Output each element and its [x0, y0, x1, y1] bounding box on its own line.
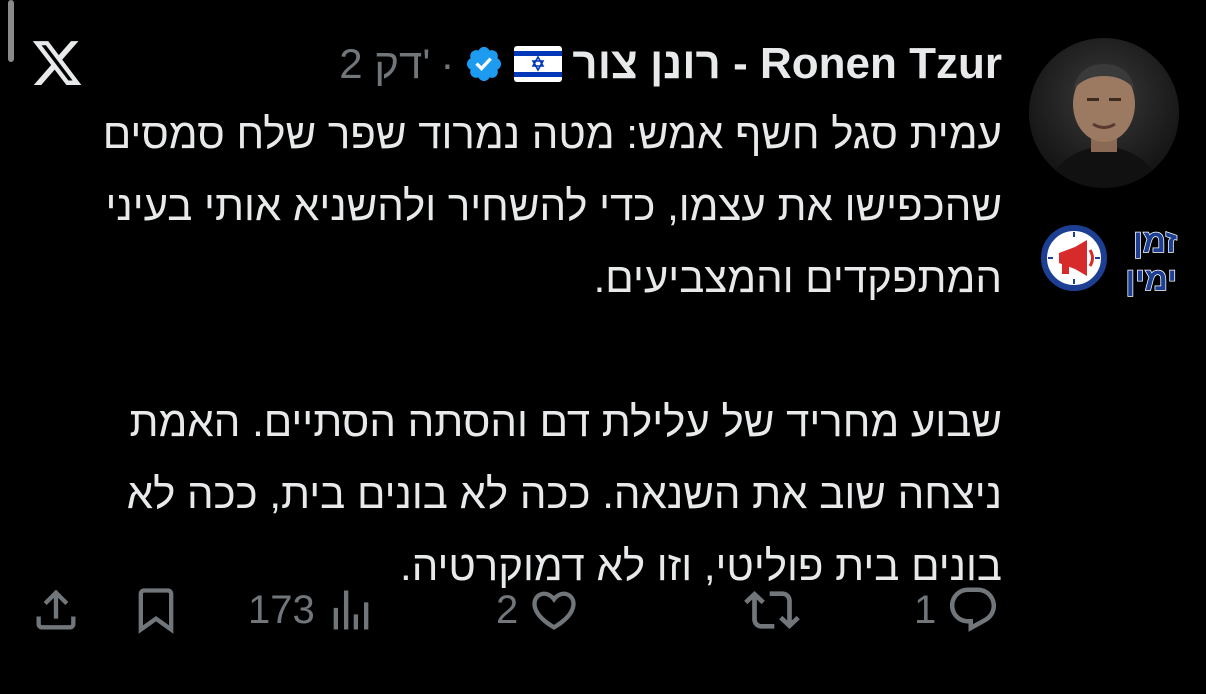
tweet-text: עמית סגל חשף אמש: מטה נמרוד שפר שלח סמסי…	[42, 98, 1002, 602]
x-logo-icon[interactable]	[30, 36, 84, 90]
profile-photo-icon	[1029, 38, 1179, 188]
reply-icon	[950, 587, 997, 632]
heart-icon	[532, 591, 576, 630]
retweet-icon	[744, 591, 800, 629]
israel-flag-icon	[514, 46, 563, 82]
timestamp[interactable]: 2 דק'	[339, 40, 430, 88]
views-count: 173	[248, 587, 315, 632]
tweet-paragraph: שבוע מחריד של עלילת דם והסתה הסתיים. האמ…	[126, 398, 1002, 589]
retweet-button[interactable]	[744, 580, 800, 640]
views-button[interactable]: 173	[248, 580, 377, 640]
badge-line2: ימין	[1125, 261, 1177, 297]
views-icon	[333, 590, 369, 630]
reply-count: 1	[914, 587, 937, 632]
tweet-header: רונן צור - Ronen Tzur · 2 דק'	[339, 36, 1002, 92]
bookmark-icon	[138, 588, 174, 634]
affiliation-badge[interactable]: זמן ימין	[1040, 218, 1180, 298]
verified-badge-icon[interactable]	[464, 44, 504, 84]
like-count: 2	[496, 587, 519, 632]
reply-button[interactable]: 1	[914, 580, 1000, 640]
megaphone-clock-icon	[1041, 225, 1107, 291]
action-bar: 173 2 1	[0, 580, 1206, 640]
share-icon	[36, 589, 76, 630]
bookmark-button[interactable]	[130, 580, 182, 640]
share-button[interactable]	[30, 580, 82, 640]
tweet-paragraph: עמית סגל חשף אמש: מטה נמרוד שפר שלח סמסי…	[102, 110, 1002, 301]
display-name[interactable]: רונן צור - Ronen Tzur	[572, 39, 1002, 89]
badge-line1: זמן	[1133, 223, 1177, 259]
avatar[interactable]	[1029, 38, 1179, 188]
like-button[interactable]: 2	[496, 580, 580, 640]
separator-dot: ·	[440, 40, 455, 87]
scroll-indicator[interactable]	[8, 0, 14, 62]
